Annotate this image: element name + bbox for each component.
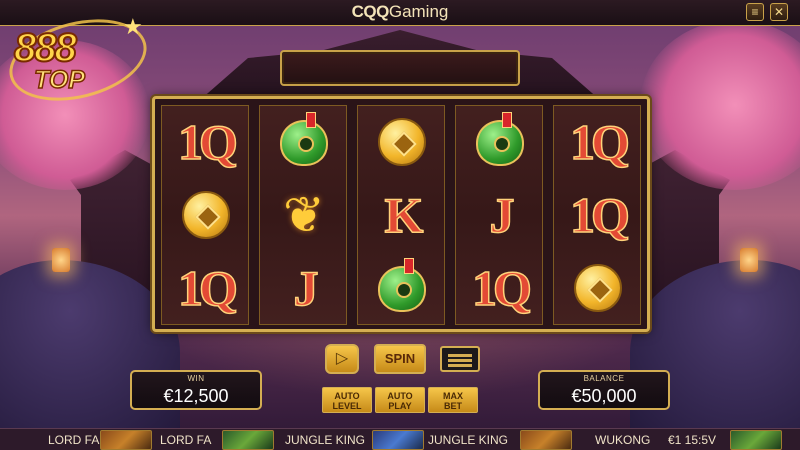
symbol-text: 1Q [569,186,630,244]
win-meter: WIN €12,500 [130,370,262,410]
balance-meter: BALANCE €50,000 [538,370,670,410]
game-strip-item[interactable]: LORD FA [160,433,211,447]
logo-text-top: TOP [33,65,85,95]
max-bet-button[interactable]: MAX BET [428,387,478,413]
symbol-text: 1Q [471,259,532,317]
close-icon[interactable]: ✕ [770,3,788,21]
coin-icon [182,191,230,239]
letter-symbol: J [260,252,348,325]
auto-level-label-1: AUTO [334,391,360,401]
star-icon: ★ [123,14,143,39]
balance-label: BALANCE [583,374,625,383]
menu-bar-icon [448,359,472,362]
letter-symbol: 1Q [554,179,642,252]
game-strip-item[interactable]: JUNGLE KING [428,433,508,447]
letter-symbol: 1Q [456,252,544,325]
lantern-left [52,248,70,272]
jade-icon [476,120,524,166]
tag-icon [502,112,512,128]
symbol-text: 1Q [569,113,630,171]
game-thumbnail[interactable] [520,430,572,450]
auto-level-button[interactable]: AUTO LEVEL [322,387,372,413]
symbol-text: J [293,259,320,317]
phoenix-icon: ❦ [283,187,325,243]
game-strip-item[interactable]: €1 15:5V [668,433,716,447]
gold-coin-symbol-icon [554,252,642,325]
menu-icon[interactable]: ≡ [746,3,764,21]
menu-bar-icon [448,354,472,357]
jade-pendant-symbol-icon [358,252,446,325]
reel-column: 1Q 1Q [553,105,641,325]
game-thumbnail[interactable] [372,430,424,450]
letter-symbol: 1Q [554,106,642,179]
gold-coin-symbol-icon [358,106,446,179]
phoenix-symbol-icon: ❦ [260,179,348,252]
symbol-text: J [489,186,516,244]
play-button[interactable]: ▷ [325,344,359,374]
game-strip-item[interactable]: WUKONG [595,433,650,447]
symbol-text: 1Q [177,113,238,171]
max-bet-label-1: MAX [443,391,463,401]
menu-bar-icon [448,364,472,367]
paytable-menu-button[interactable] [440,346,480,372]
max-bet-label-2: BET [444,401,462,411]
gold-coin-symbol-icon [162,179,250,252]
auto-play-label-1: AUTO [387,391,413,401]
game-thumbnail[interactable] [100,430,152,450]
site-logo: 888 TOP ★ [0,6,156,114]
title-banner [280,50,520,86]
reel-grid: 1Q 1Q ❦ J K J 1Q 1Q 1Q [152,96,650,332]
auto-play-button[interactable]: AUTO PLAY [375,387,425,413]
reel-column: K [357,105,445,325]
tag-icon [404,258,414,274]
win-label: WIN [187,374,205,383]
win-value: €12,500 [163,386,229,406]
game-strip-item[interactable]: JUNGLE KING [285,433,365,447]
tag-icon [306,112,316,128]
symbol-text: 1Q [177,259,238,317]
game-thumbnail[interactable] [730,430,782,450]
spin-button[interactable]: SPIN [374,344,426,374]
coin-icon [378,118,426,166]
letter-symbol: K [358,179,446,252]
reel-column: 1Q 1Q [161,105,249,325]
lantern-right [740,248,758,272]
jade-icon [280,120,328,166]
jade-icon [378,266,426,312]
jade-pendant-symbol-icon [260,106,348,179]
coin-icon [574,264,622,312]
jade-pendant-symbol-icon [456,106,544,179]
logo-text-888: 888 [13,25,78,71]
symbol-text: K [384,186,424,244]
letter-symbol: 1Q [162,106,250,179]
auto-play-label-2: PLAY [388,401,412,411]
game-strip: LORD FA LORD FA JUNGLE KING JUNGLE KING … [0,428,800,450]
letter-symbol: 1Q [162,252,250,325]
reel-column: ❦ J [259,105,347,325]
reel-column: J 1Q [455,105,543,325]
balance-value: €50,000 [571,386,637,406]
auto-controls: AUTO LEVEL AUTO PLAY MAX BET [322,387,478,413]
letter-symbol: J [456,179,544,252]
game-strip-item[interactable]: LORD FA [48,433,99,447]
auto-level-label-2: LEVEL [332,401,362,411]
game-thumbnail[interactable] [222,430,274,450]
